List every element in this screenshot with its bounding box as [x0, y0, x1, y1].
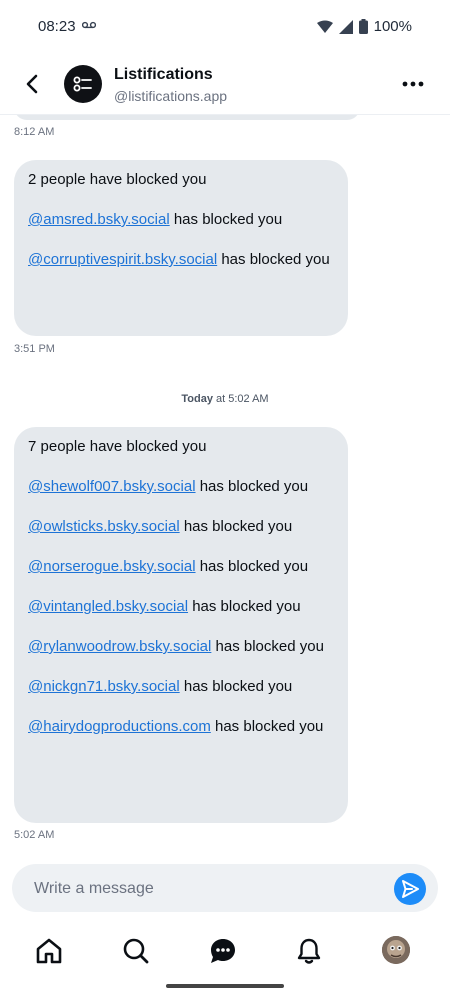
bell-icon[interactable] — [294, 936, 324, 966]
day-separator: Today at 5:02 AM — [181, 393, 269, 405]
profile-link[interactable]: @rylanwoodrow.bsky.social — [28, 638, 211, 655]
wifi-icon — [316, 20, 333, 33]
home-indicator[interactable] — [166, 984, 284, 988]
profile-link[interactable]: @hairydogproductions.com — [28, 718, 211, 735]
bottom-navigation — [0, 924, 450, 980]
profile-link[interactable]: @owlsticks.bsky.social — [28, 518, 180, 535]
message-time: 5:02 AM — [14, 829, 55, 841]
message-line: 2 people have blocked you — [28, 171, 207, 188]
profile-avatar[interactable] — [382, 936, 410, 964]
profile-link[interactable]: @norserogue.bsky.social — [28, 558, 196, 575]
status-time: 08:23 — [38, 18, 76, 35]
profile-link[interactable]: @vintangled.bsky.social — [28, 598, 188, 615]
battery-percent: 100% — [373, 18, 412, 35]
message-time: 3:51 PM — [14, 343, 55, 355]
dm-screen: 08:23 100% Listifications @listification… — [0, 0, 450, 1000]
message-line: @amsred.bsky.social has blocked you — [28, 211, 283, 228]
list-logo-icon — [73, 76, 92, 92]
home-icon[interactable] — [34, 936, 64, 966]
message-line: @vintangled.bsky.social has blocked you — [28, 598, 301, 615]
message-bubble: 2 people have blocked you @amsred.bsky.s… — [14, 160, 348, 336]
more-horizontal-icon[interactable] — [400, 74, 426, 94]
listifications-avatar[interactable] — [64, 65, 102, 103]
message-line: @corruptivespirit.bsky.social has blocke… — [28, 251, 330, 268]
status-icons: 100% — [316, 18, 412, 35]
conversation-handle: @listifications.app — [114, 88, 228, 104]
avatar-image — [382, 936, 410, 964]
profile-link[interactable]: @shewolf007.bsky.social — [28, 478, 196, 495]
profile-link[interactable]: @nickgn71.bsky.social — [28, 678, 180, 695]
conversation-title[interactable]: Listifications — [114, 66, 213, 84]
signal-icon — [338, 19, 353, 34]
conversation-header: Listifications @listifications.app — [0, 56, 450, 115]
send-button[interactable] — [394, 873, 426, 905]
message-list[interactable]: 8:12 AM 2 people have blocked you @amsre… — [0, 114, 450, 864]
search-icon[interactable] — [121, 936, 151, 966]
message-time: 8:12 AM — [14, 126, 55, 138]
chevron-left-icon[interactable] — [18, 70, 46, 98]
message-composer — [12, 864, 438, 912]
message-line: @norserogue.bsky.social has blocked you — [28, 558, 309, 575]
voicemail-icon — [82, 21, 96, 29]
status-bar: 08:23 100% — [0, 0, 450, 56]
message-input[interactable] — [32, 874, 386, 904]
message-line: @owlsticks.bsky.social has blocked you — [28, 518, 293, 535]
message-line: @nickgn71.bsky.social has blocked you — [28, 678, 293, 695]
message-line: @hairydogproductions.com has blocked you — [28, 718, 324, 735]
profile-link[interactable]: @corruptivespirit.bsky.social — [28, 251, 217, 268]
message-bubble: 7 people have blocked you @shewolf007.bs… — [14, 427, 348, 823]
send-icon — [402, 880, 419, 898]
battery-icon — [358, 19, 368, 34]
message-line: @rylanwoodrow.bsky.social has blocked yo… — [28, 638, 324, 655]
profile-link[interactable]: @amsred.bsky.social — [28, 211, 170, 228]
message-line: @shewolf007.bsky.social has blocked you — [28, 478, 309, 495]
chat-icon[interactable] — [208, 936, 238, 966]
message-line: 7 people have blocked you — [28, 438, 207, 455]
